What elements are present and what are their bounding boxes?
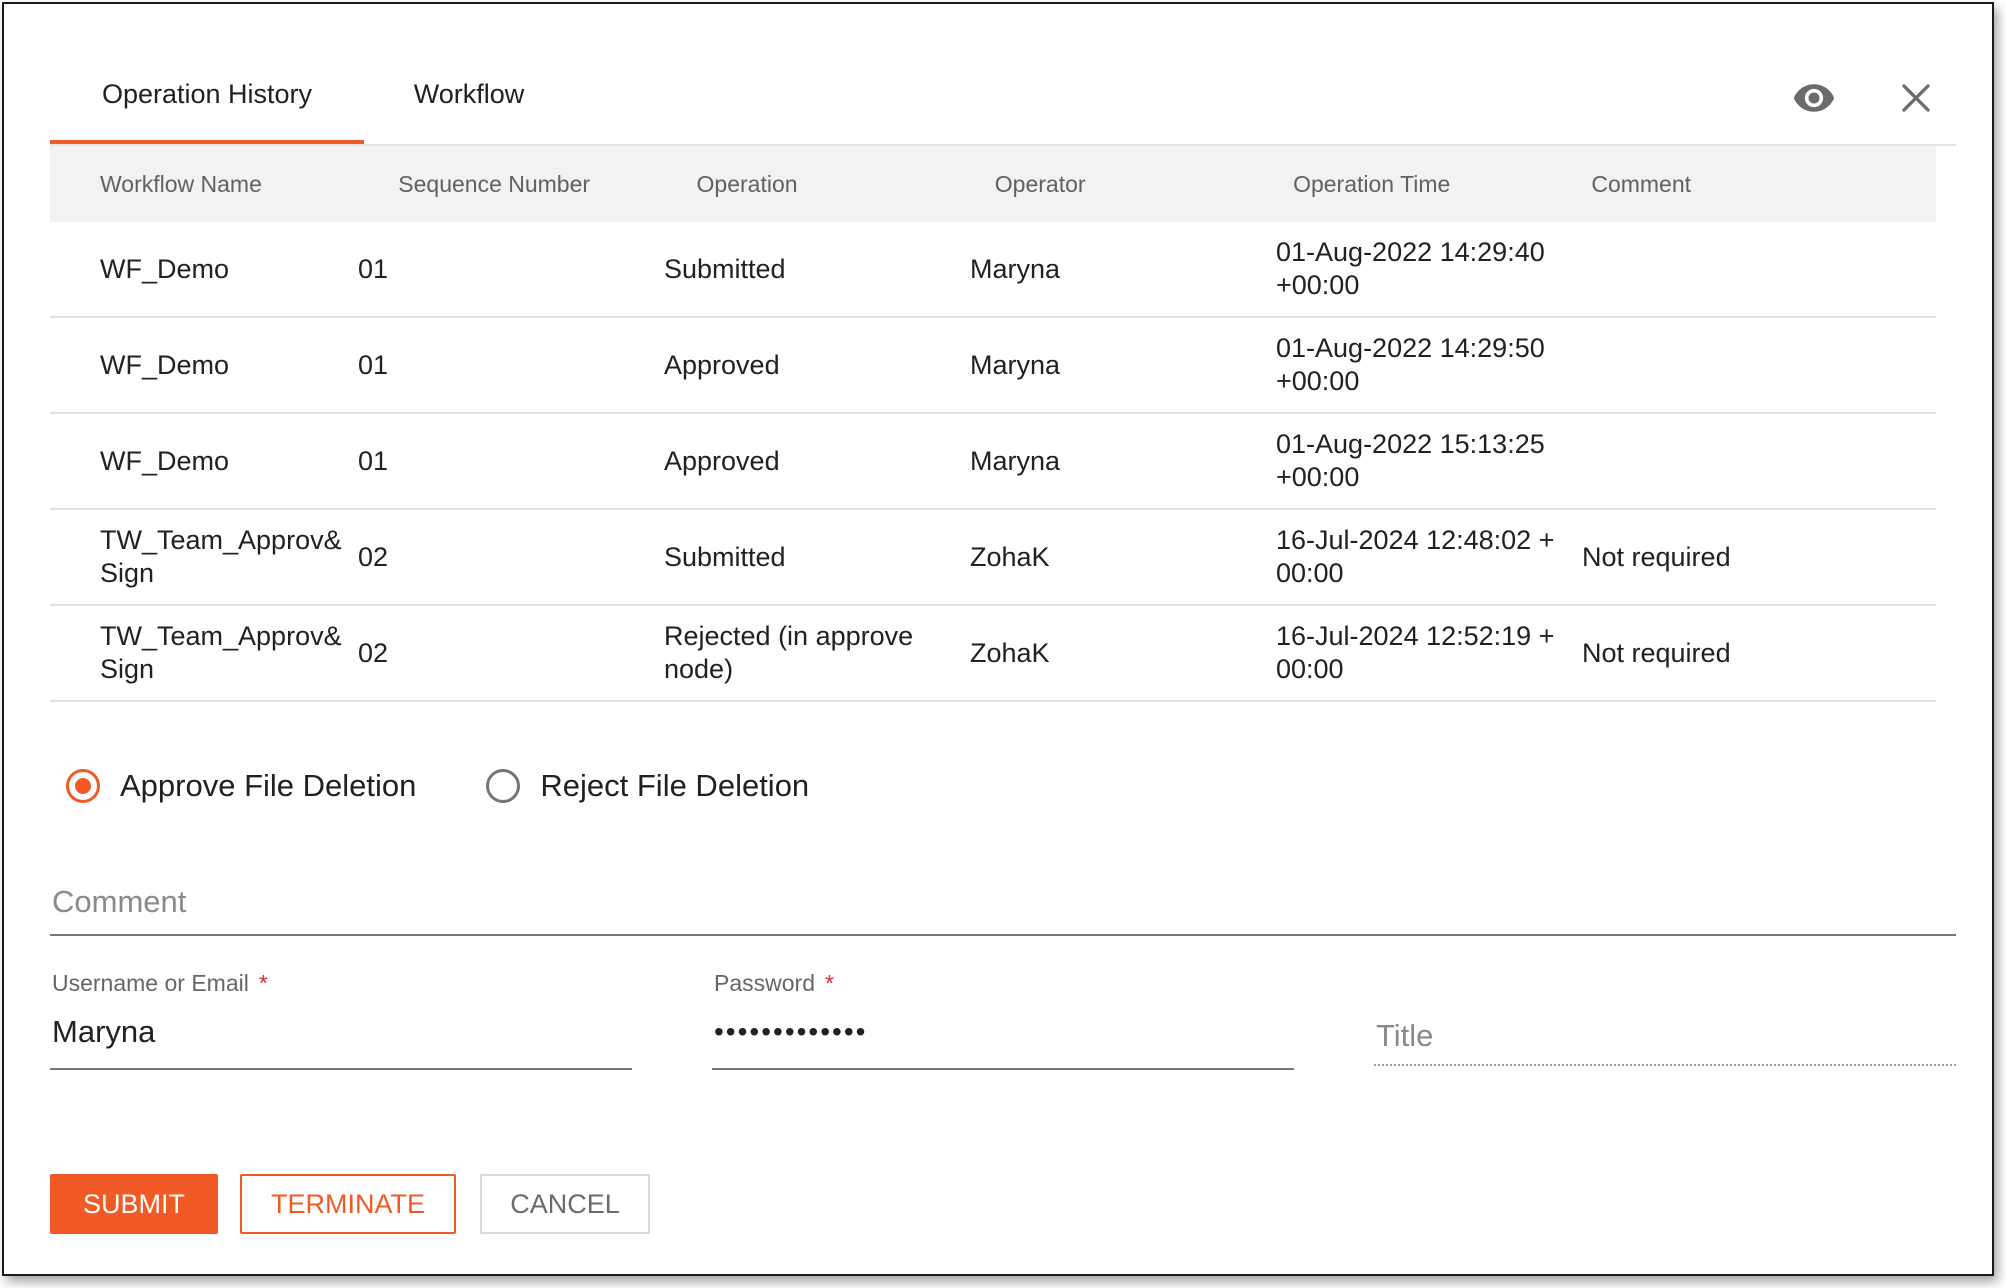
table-row: WF_Demo 01 Approved Maryna 01-Aug-2022 1… bbox=[50, 414, 1936, 510]
cell-operation: Submitted bbox=[664, 253, 786, 284]
required-marker: * bbox=[258, 970, 268, 996]
username-underline bbox=[50, 1068, 632, 1070]
comment-placeholder: Comment bbox=[52, 884, 187, 919]
cell-workflow-name: TW_Team_Approv& Sign bbox=[100, 525, 342, 588]
radio-unchecked-icon[interactable] bbox=[486, 769, 521, 803]
cell-operator: ZohaK bbox=[970, 637, 1050, 668]
cell-operator: Maryna bbox=[970, 349, 1061, 380]
tab-bar: Operation History Workflow bbox=[50, 44, 1956, 146]
required-marker: * bbox=[824, 970, 834, 996]
dialog-frame: Operation History Workflow Workflow Name… bbox=[2, 2, 1994, 1276]
table-row: WF_Demo 01 Submitted Maryna 01-Aug-2022 … bbox=[50, 222, 1936, 318]
username-label: Username or Email * bbox=[52, 970, 268, 997]
cell-workflow-name: WF_Demo bbox=[100, 253, 230, 284]
password-value[interactable]: ••••••••••••• bbox=[714, 1016, 867, 1048]
username-field[interactable]: Username or Email * Maryna bbox=[50, 970, 632, 1070]
column-header-comment: Comment bbox=[1591, 170, 1692, 197]
cell-operation: Submitted bbox=[664, 541, 786, 572]
column-header-workflow-name: Workflow Name bbox=[100, 170, 262, 197]
cell-comment: Not required bbox=[1582, 541, 1731, 572]
workflow-dialog: Operation History Workflow Workflow Name… bbox=[4, 4, 1992, 1274]
cell-operation-time: 16-Jul-2024 12:52:19 +00:00 bbox=[1276, 621, 1555, 684]
eye-icon[interactable] bbox=[1790, 74, 1838, 122]
password-underline bbox=[712, 1068, 1294, 1070]
cell-operation-time: 01-Aug-2022 14:29:40 +00:00 bbox=[1276, 237, 1545, 300]
cell-sequence-number: 02 bbox=[358, 541, 389, 572]
column-header-operator: Operator bbox=[994, 170, 1086, 197]
title-underline bbox=[1374, 1064, 1956, 1066]
cell-workflow-name: WF_Demo bbox=[100, 349, 230, 380]
submit-button[interactable]: SUBMIT bbox=[50, 1174, 218, 1234]
comment-field[interactable]: Comment bbox=[50, 872, 1956, 936]
reject-file-deletion-radio[interactable]: Reject File Deletion bbox=[486, 768, 809, 804]
username-label-text: Username or Email bbox=[52, 970, 249, 996]
password-label-text: Password bbox=[714, 970, 815, 996]
cell-operator: ZohaK bbox=[970, 541, 1050, 572]
cancel-button[interactable]: CANCEL bbox=[480, 1174, 650, 1234]
cell-operation: Rejected (in approve node) bbox=[664, 621, 914, 684]
title-placeholder: Title bbox=[1376, 1018, 1434, 1053]
approve-file-deletion-label[interactable]: Approve File Deletion bbox=[120, 768, 416, 804]
reject-file-deletion-label[interactable]: Reject File Deletion bbox=[540, 768, 809, 804]
approve-file-deletion-radio[interactable]: Approve File Deletion bbox=[66, 768, 416, 804]
cell-operation: Approved bbox=[664, 445, 780, 476]
cell-workflow-name: WF_Demo bbox=[100, 445, 230, 476]
tab-operation-history[interactable]: Operation History bbox=[50, 44, 364, 144]
cell-operation-time: 16-Jul-2024 12:48:02 +00:00 bbox=[1276, 525, 1555, 588]
cell-operator: Maryna bbox=[970, 253, 1061, 284]
title-field[interactable]: Title bbox=[1374, 970, 1956, 1070]
username-value[interactable]: Maryna bbox=[52, 1014, 155, 1050]
cell-comment: Not required bbox=[1582, 637, 1731, 668]
table-row: WF_Demo 01 Approved Maryna 01-Aug-2022 1… bbox=[50, 318, 1936, 414]
password-field[interactable]: Password * ••••••••••••• bbox=[712, 970, 1294, 1070]
cell-sequence-number: 01 bbox=[358, 349, 389, 380]
cell-operator: Maryna bbox=[970, 445, 1061, 476]
decision-radio-group: Approve File Deletion Reject File Deleti… bbox=[66, 760, 879, 812]
table-header: Workflow Name Sequence Number Operation … bbox=[50, 146, 1936, 222]
table-row: TW_Team_Approv& Sign 02 Submitted ZohaK … bbox=[50, 510, 1936, 606]
column-header-sequence-number: Sequence Number bbox=[398, 170, 591, 197]
cell-workflow-name: TW_Team_Approv& Sign bbox=[100, 621, 342, 684]
cell-operation-time: 01-Aug-2022 15:13:25 +00:00 bbox=[1276, 429, 1545, 492]
cell-sequence-number: 01 bbox=[358, 445, 389, 476]
operation-history-table: Workflow Name Sequence Number Operation … bbox=[50, 146, 1936, 702]
cell-operation-time: 01-Aug-2022 14:29:50 +00:00 bbox=[1276, 333, 1545, 396]
close-icon[interactable] bbox=[1892, 74, 1940, 122]
table-row: TW_Team_Approv& Sign 02 Rejected (in app… bbox=[50, 606, 1936, 702]
tab-workflow[interactable]: Workflow bbox=[364, 44, 574, 144]
cell-sequence-number: 02 bbox=[358, 637, 389, 668]
column-header-operation-time: Operation Time bbox=[1293, 170, 1451, 197]
cell-operation: Approved bbox=[664, 349, 780, 380]
column-header-operation: Operation bbox=[696, 170, 798, 197]
password-label: Password * bbox=[714, 970, 834, 997]
radio-checked-icon[interactable] bbox=[66, 769, 100, 803]
cell-sequence-number: 01 bbox=[358, 253, 389, 284]
terminate-button[interactable]: TERMINATE bbox=[240, 1174, 456, 1234]
